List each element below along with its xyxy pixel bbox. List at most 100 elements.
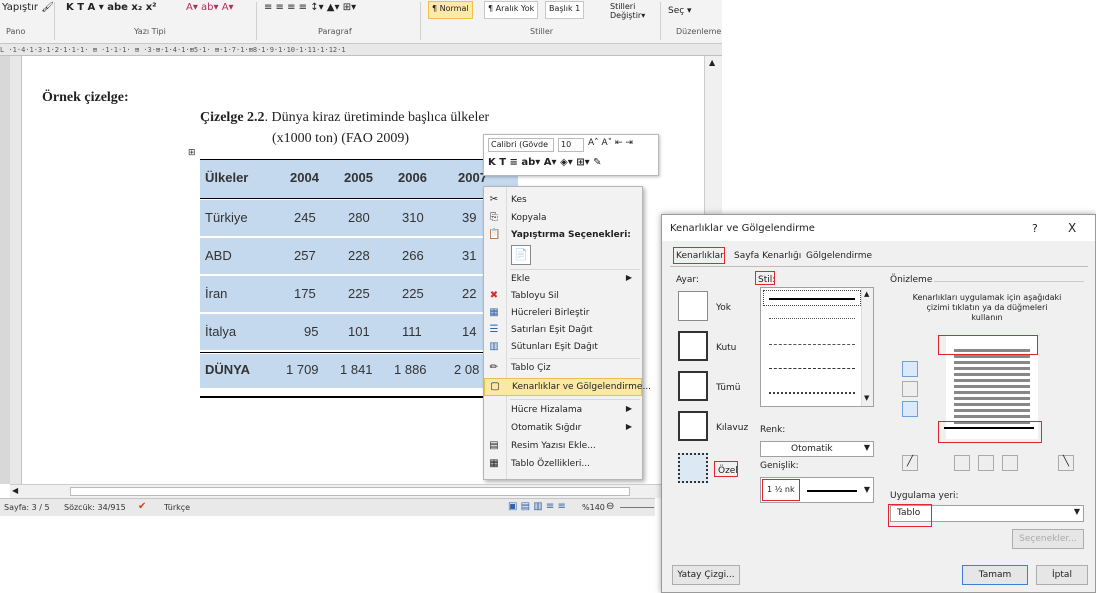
border-center-button[interactable] bbox=[978, 455, 994, 471]
border-middle-button[interactable] bbox=[902, 381, 918, 397]
help-button[interactable]: ? bbox=[1032, 222, 1038, 235]
close-button[interactable]: X bbox=[1068, 221, 1076, 235]
setting-custom-icon[interactable] bbox=[678, 453, 708, 483]
menu-item-merge-cells[interactable]: ▦ Hücreleri Birleştir bbox=[484, 305, 642, 322]
color-select[interactable]: Otomatik ▼ bbox=[760, 441, 874, 457]
style-heading1[interactable]: Başlık 1 bbox=[545, 1, 585, 19]
scroll-left-icon[interactable]: ◀ bbox=[12, 486, 18, 495]
dialog-title: Kenarlıklar ve Gölgelendirme bbox=[670, 223, 815, 234]
select-button[interactable]: Seç ▾ bbox=[668, 6, 692, 16]
context-menu: ✂ Kes ⎘ Kopyala 📋 Yapıştırma Seçenekleri: 📄… bbox=[483, 186, 651, 480]
setting-none-icon[interactable] bbox=[678, 291, 708, 321]
menu-item-copy[interactable]: ⎘ Kopyala bbox=[484, 210, 642, 227]
mini-toolbar: Calibri (Gövde 10 A˄ A˅ ⇤ ⇥ K T ≡ ab▾ A▾… bbox=[483, 134, 659, 176]
menu-item-insert[interactable]: Ekle ▶ bbox=[484, 271, 642, 288]
setting-box-label[interactable]: Kutu bbox=[716, 343, 736, 353]
table-row[interactable]: İran 175 225 225 22 bbox=[200, 276, 518, 312]
table-row[interactable]: Türkiye 245 280 310 39 bbox=[200, 200, 518, 236]
dialog-titlebar: Kenarlıklar ve Gölgelendirme ? X bbox=[662, 215, 1095, 241]
zoom-level[interactable]: %140 bbox=[582, 503, 605, 512]
diagonal-down-button[interactable]: ╱ bbox=[902, 455, 918, 471]
width-label: Genişlik: bbox=[760, 461, 799, 471]
word-count[interactable]: Sözcük: 34/915 bbox=[64, 503, 126, 512]
mini-format-buttons[interactable]: K T ≡ ab▾ A▾ ◈▾ ⊞▾ ✎ bbox=[488, 157, 602, 168]
border-top-button[interactable] bbox=[902, 361, 918, 377]
setting-all-label[interactable]: Tümü bbox=[716, 383, 740, 393]
scroll-down-icon[interactable]: ▼ bbox=[864, 394, 869, 402]
style-nospace[interactable]: ¶ Aralık Yok bbox=[484, 1, 539, 19]
table-header-row[interactable]: Ülkeler 2004 2005 2006 2007 bbox=[200, 160, 518, 198]
options-button[interactable]: Seçenekler... bbox=[1012, 529, 1084, 549]
page-indicator[interactable]: Sayfa: 3 / 5 bbox=[4, 503, 50, 512]
chevron-down-icon: ▼ bbox=[1073, 507, 1080, 516]
line-style-list[interactable]: ▲ ▼ bbox=[760, 287, 874, 407]
zoom-slider[interactable] bbox=[620, 507, 654, 508]
menu-item-cell-alignment[interactable]: Hücre Hizalama ▶ bbox=[484, 402, 642, 419]
menu-item-distribute-rows[interactable]: ☰ Satırları Eşit Dağıt bbox=[484, 322, 642, 339]
horizontal-line-button[interactable]: Yatay Çizgi... bbox=[672, 565, 740, 585]
solid-line-option[interactable] bbox=[769, 298, 855, 300]
cancel-button[interactable]: İptal bbox=[1036, 565, 1088, 585]
distribute-rows-icon: ☰ bbox=[489, 324, 499, 335]
proofing-icon[interactable]: ✔ bbox=[138, 501, 146, 512]
table-row[interactable]: İtalya 95 101 111 14 bbox=[200, 314, 518, 350]
menu-item-insert-caption[interactable]: ▤ Resim Yazısı Ekle... bbox=[484, 438, 642, 455]
long-dash-line-option[interactable] bbox=[769, 368, 855, 369]
view-buttons-icon[interactable]: ▣ ▤ ▥ ≡ ≡ bbox=[508, 501, 566, 512]
scroll-up-icon[interactable]: ▲ bbox=[709, 58, 715, 67]
horizontal-ruler[interactable]: L ·1·4·1·3·1·2·1·1·1· ⊞ ·1·1·1· ⊞ ·3·⊞·1… bbox=[0, 44, 722, 56]
merge-cells-icon: ▦ bbox=[489, 307, 499, 318]
horizontal-scrollbar[interactable]: ◀ bbox=[10, 484, 704, 498]
setting-grid-icon[interactable] bbox=[678, 411, 708, 441]
menu-item-table-properties[interactable]: ▦ Tablo Özellikleri... bbox=[484, 456, 642, 473]
scroll-thumb[interactable] bbox=[70, 487, 630, 496]
setting-none-label[interactable]: Yok bbox=[716, 303, 731, 313]
delete-table-icon: ✖ bbox=[489, 290, 499, 301]
paragraph-buttons[interactable]: ≡ ≡ ≡ ≡ ↕▾ ▲▾ ⊞▾ bbox=[264, 2, 356, 13]
paste-keep-format-icon[interactable]: 📄 bbox=[511, 245, 531, 265]
chevron-down-icon: ▼ bbox=[863, 443, 870, 452]
caption-icon: ▤ bbox=[489, 440, 499, 451]
ok-button[interactable]: Tamam bbox=[962, 565, 1028, 585]
group-label-font: Yazı Tipi bbox=[134, 27, 166, 36]
menu-item-borders-shading[interactable]: ▢ Kenarlıklar ve Gölgelendirme... bbox=[484, 378, 651, 396]
scroll-up-icon[interactable]: ▲ bbox=[864, 290, 869, 298]
group-label-paragraph: Paragraf bbox=[318, 27, 352, 36]
vertical-ruler[interactable] bbox=[10, 56, 22, 484]
menu-item-distribute-columns[interactable]: ▥ Sütunları Eşit Dağıt bbox=[484, 339, 642, 356]
menu-item-delete-table[interactable]: ✖ Tabloyu Sil bbox=[484, 288, 642, 305]
style-normal[interactable]: ¶ Normal bbox=[428, 1, 473, 19]
chevron-right-icon: ▶ bbox=[625, 422, 632, 431]
font-name-select[interactable]: Calibri (Gövde bbox=[488, 138, 554, 152]
grow-shrink-font-icon[interactable]: A˄ A˅ ⇤ ⇥ bbox=[588, 138, 633, 148]
language-indicator[interactable]: Türkçe bbox=[164, 503, 190, 512]
menu-item-cut[interactable]: ✂ Kes bbox=[484, 192, 642, 209]
table-total-row[interactable]: DÜNYA 1 709 1 841 1 886 2 08 bbox=[200, 354, 518, 388]
dotted-line-option[interactable] bbox=[769, 318, 855, 319]
setting-all-icon[interactable] bbox=[678, 371, 708, 401]
setting-box-icon[interactable] bbox=[678, 331, 708, 361]
zoom-out-icon[interactable]: ⊖ bbox=[606, 501, 614, 512]
tab-page-border[interactable]: Sayfa Kenarlığı bbox=[734, 251, 801, 261]
border-left-button[interactable] bbox=[954, 455, 970, 471]
border-right-button[interactable] bbox=[1002, 455, 1018, 471]
border-bottom-button[interactable] bbox=[902, 401, 918, 417]
change-styles-button[interactable]: Stilleri Değiştir▾ bbox=[610, 2, 645, 20]
font-color-buttons[interactable]: A▾ ab▾ A▾ bbox=[186, 2, 234, 13]
font-format-buttons[interactable]: K T A ▾ abe x₂ x² bbox=[66, 2, 157, 13]
paste-button[interactable]: Yapıştır 🖌 bbox=[2, 2, 54, 13]
table-move-handle-icon[interactable]: ⊞ bbox=[188, 148, 196, 158]
tab-shading[interactable]: Gölgelendirme bbox=[806, 251, 872, 261]
chevron-right-icon: ▶ bbox=[625, 404, 632, 413]
table-row[interactable]: ABD 257 228 266 31 bbox=[200, 238, 518, 274]
dash-dot-line-option[interactable] bbox=[769, 392, 855, 394]
dashed-line-option[interactable] bbox=[769, 344, 855, 345]
diagonal-up-button[interactable]: ╲ bbox=[1058, 455, 1074, 471]
font-size-select[interactable]: 10 bbox=[558, 138, 584, 152]
menu-item-autofit[interactable]: Otomatik Sığdır ▶ bbox=[484, 420, 642, 437]
style-list-scrollbar[interactable]: ▲ ▼ bbox=[861, 288, 873, 406]
preview-text-lines bbox=[954, 349, 1030, 429]
menu-item-draw-table[interactable]: ✏ Tablo Çiz bbox=[484, 360, 642, 377]
menu-separator bbox=[510, 269, 640, 270]
setting-grid-label[interactable]: Kılavuz bbox=[716, 423, 748, 433]
